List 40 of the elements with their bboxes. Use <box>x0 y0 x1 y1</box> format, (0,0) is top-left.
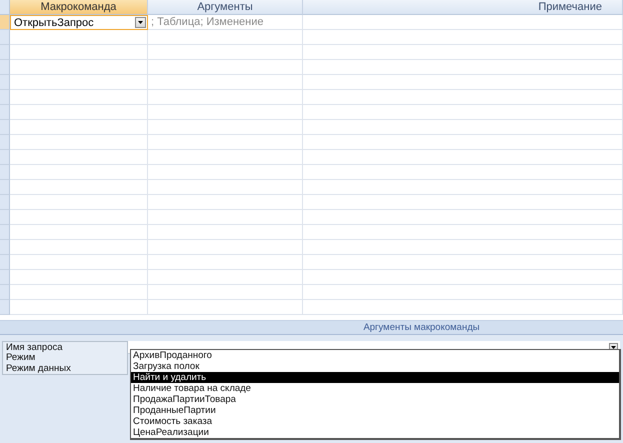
row-selector[interactable] <box>0 150 10 165</box>
column-header[interactable]: Примечание <box>303 0 623 15</box>
row-selector[interactable] <box>0 195 10 210</box>
row-selector[interactable] <box>0 60 10 75</box>
row-selector[interactable] <box>0 15 10 30</box>
select-all-corner[interactable] <box>0 0 10 15</box>
action-cell[interactable]: ОткрытьЗапрос <box>10 15 148 30</box>
panel-title: Аргументы макрокоманды <box>363 322 480 333</box>
row-selector[interactable] <box>0 225 10 240</box>
row-selector[interactable] <box>0 270 10 285</box>
row-selector[interactable] <box>0 75 10 90</box>
field-label: Режим <box>2 352 128 364</box>
row-selector[interactable] <box>0 180 10 195</box>
row-selector[interactable] <box>0 255 10 270</box>
list-option[interactable]: ЦенаРеализации <box>131 427 619 438</box>
column-header[interactable]: Макрокоманда <box>10 0 148 15</box>
row-selector[interactable] <box>0 135 10 150</box>
caret-icon <box>138 21 143 24</box>
list-option[interactable]: Стоимость заказа <box>131 416 619 427</box>
row-selector[interactable] <box>0 105 10 120</box>
row-selector[interactable] <box>0 45 10 60</box>
dropdown-button[interactable] <box>135 17 146 28</box>
column-header[interactable]: Аргументы <box>148 0 303 15</box>
list-option[interactable]: Загрузка полок <box>131 361 619 372</box>
field-label: Режим данных <box>2 363 128 375</box>
row-selector[interactable] <box>0 30 10 45</box>
cell-text: ОткрытьЗапрос <box>14 16 94 28</box>
list-option[interactable]: ПродажаПартииТовара <box>131 394 619 405</box>
row-selector[interactable] <box>0 90 10 105</box>
row-selector[interactable] <box>0 285 10 300</box>
row-selector[interactable] <box>0 210 10 225</box>
row-selector[interactable] <box>0 240 10 255</box>
list-option[interactable]: ПроданныеПартии <box>131 405 619 416</box>
row-selector[interactable] <box>0 165 10 180</box>
list-option[interactable]: АрхивПроданного <box>131 350 619 361</box>
row-selector[interactable] <box>0 300 10 315</box>
arguments-cell: ; Таблица; Изменение <box>148 15 303 30</box>
list-option[interactable]: Найти и удалить <box>131 372 619 383</box>
list-option[interactable]: Наличие товара на складе <box>131 383 619 394</box>
row-selector[interactable] <box>0 120 10 135</box>
